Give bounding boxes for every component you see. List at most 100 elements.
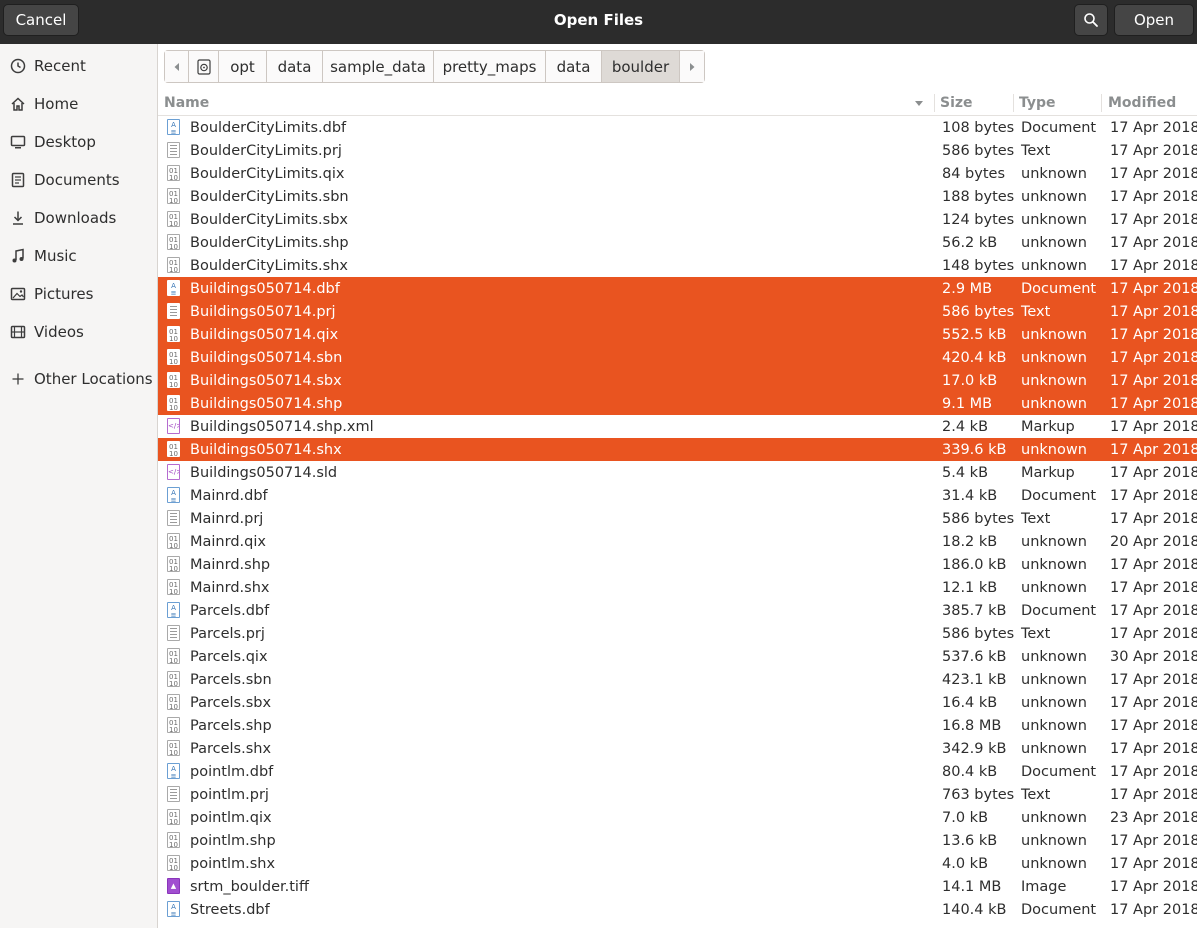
file-row[interactable]: Buildings050714.prj 586 bytes Text 17 Apr 2… (158, 300, 1197, 323)
file-row[interactable]: Mainrd.prj 586 bytes Text 17 Apr 2018 (158, 507, 1197, 530)
file-row[interactable]: 01 10 Parcels.sbx 16.4 kB unknown 17 Apr 2018 (158, 691, 1197, 714)
file-modified: 17 Apr 2018 (1110, 717, 1197, 734)
sidebar-item-videos[interactable]: Videos (0, 315, 157, 349)
file-row[interactable]: 01 10 Buildings050714.qix 552.5 kB unknown 17… (158, 323, 1197, 346)
column-header: Name Size Type Modified (158, 90, 1197, 116)
sidebar-item-home[interactable]: Home (0, 87, 157, 121)
file-row[interactable]: 01 10 Buildings050714.shp 9.1 MB unknown 17 A… (158, 392, 1197, 415)
path-back-button[interactable] (165, 51, 189, 82)
file-name: pointlm.shp (190, 832, 276, 849)
file-row[interactable]: 01 10 Buildings050714.sbn 420.4 kB unknown 17… (158, 346, 1197, 369)
file-row[interactable]: 01 10 BoulderCityLimits.qix 84 bytes unknown… (158, 162, 1197, 185)
text-file-icon (167, 786, 180, 802)
file-type: unknown (1021, 855, 1087, 872)
file-row[interactable]: 01 10 BoulderCityLimits.shp 56.2 kB unknown 1… (158, 231, 1197, 254)
file-name: Buildings050714.sbn (190, 349, 343, 366)
file-type: unknown (1021, 441, 1087, 458)
cancel-button[interactable]: Cancel (3, 4, 79, 36)
file-row[interactable]: BoulderCityLimits.prj 586 bytes Text 17 Apr… (158, 139, 1197, 162)
file-name: BoulderCityLimits.shx (190, 257, 348, 274)
binary-file-icon: 01 10 (167, 556, 180, 572)
file-row[interactable]: 01 10 Parcels.qix 537.6 kB unknown 30 Apr 201… (158, 645, 1197, 668)
column-type[interactable]: Type (1019, 90, 1099, 115)
file-type: unknown (1021, 326, 1087, 343)
file-size: 18.2 kB (942, 533, 998, 550)
file-row[interactable]: </> Buildings050714.sld 5.4 kB Markup 17 Apr… (158, 461, 1197, 484)
path-crumb-data[interactable]: data (267, 51, 323, 82)
path-crumb-data-2[interactable]: data (546, 51, 602, 82)
column-modified[interactable]: Modified (1108, 90, 1193, 115)
sidebar-item-desktop[interactable]: Desktop (0, 125, 157, 159)
file-row[interactable]: 01 10 Mainrd.qix 18.2 kB unknown 20 Apr 2018 (158, 530, 1197, 553)
file-size: 56.2 kB (942, 234, 998, 251)
binary-file-icon: 01 10 (167, 349, 180, 365)
file-list[interactable]: Name Size Type Modified A ≡ BoulderCityLim… (158, 90, 1197, 928)
file-row[interactable]: 01 10 Buildings050714.shx 339.6 kB unknown 17… (158, 438, 1197, 461)
binary-file-icon: 01 10 (167, 211, 180, 227)
file-row[interactable]: 01 10 pointlm.shp 13.6 kB unknown 17 Apr 2018 (158, 829, 1197, 852)
file-size: 16.8 MB (942, 717, 1002, 734)
file-row[interactable]: 01 10 BoulderCityLimits.sbn 188 bytes unknow… (158, 185, 1197, 208)
file-type: unknown (1021, 579, 1087, 596)
file-row[interactable]: 01 10 BoulderCityLimits.shx 148 bytes unknow… (158, 254, 1197, 277)
column-separator (1013, 94, 1014, 112)
videos-icon (10, 324, 26, 340)
file-row[interactable]: 01 10 Parcels.shx 342.9 kB unknown 17 Apr 201… (158, 737, 1197, 760)
file-row[interactable]: ▲ srtm_boulder.tiff 14.1 MB Image 17 Apr 201… (158, 875, 1197, 898)
file-row[interactable]: Parcels.prj 586 bytes Text 17 Apr 2018 (158, 622, 1197, 645)
file-size: 552.5 kB (942, 326, 1007, 343)
file-size: 4.0 kB (942, 855, 989, 872)
file-row[interactable]: pointlm.prj 763 bytes Text 17 Apr 2018 (158, 783, 1197, 806)
file-size: 339.6 kB (942, 441, 1007, 458)
file-row[interactable]: 01 10 Mainrd.shp 186.0 kB unknown 17 Apr 2018 (158, 553, 1197, 576)
file-type: unknown (1021, 694, 1087, 711)
path-forward-button[interactable] (680, 51, 704, 82)
sidebar-item-label: Pictures (34, 285, 94, 303)
file-row[interactable]: A ≡ Streets.dbf 140.4 kB Document 17 Apr 2018 (158, 898, 1197, 921)
file-modified: 17 Apr 2018 (1110, 786, 1197, 803)
file-modified: 17 Apr 2018 (1110, 740, 1197, 757)
sidebar-item-other-locations[interactable]: Other Locations (0, 362, 157, 396)
file-modified: 17 Apr 2018 (1110, 671, 1197, 688)
column-size[interactable]: Size (940, 90, 1010, 115)
file-type: Markup (1021, 418, 1075, 435)
binary-file-icon: 01 10 (167, 533, 180, 549)
open-button[interactable]: Open (1114, 4, 1194, 36)
file-name: Parcels.prj (190, 625, 265, 642)
binary-file-icon: 01 10 (167, 740, 180, 756)
path-crumb-boulder[interactable]: boulder (602, 51, 680, 82)
file-type: Markup (1021, 464, 1075, 481)
text-file-icon (167, 303, 180, 319)
file-row[interactable]: 01 10 Mainrd.shx 12.1 kB unknown 17 Apr 2018 (158, 576, 1197, 599)
file-row[interactable]: A ≡ BoulderCityLimits.dbf 108 bytes Document… (158, 116, 1197, 139)
path-root-button[interactable] (189, 51, 219, 82)
file-size: 2.9 MB (942, 280, 993, 297)
file-type: Text (1021, 142, 1051, 159)
file-row[interactable]: 01 10 pointlm.qix 7.0 kB unknown 23 Apr 2018 (158, 806, 1197, 829)
file-row[interactable]: 01 10 BoulderCityLimits.sbx 124 bytes unknow… (158, 208, 1197, 231)
file-row[interactable]: 01 10 Parcels.sbn 423.1 kB unknown 17 Apr 201… (158, 668, 1197, 691)
file-row[interactable]: A ≡ Parcels.dbf 385.7 kB Document 17 Apr 2018 (158, 599, 1197, 622)
sidebar-item-pictures[interactable]: Pictures (0, 277, 157, 311)
sidebar-item-recent[interactable]: Recent (0, 49, 157, 83)
sidebar-item-downloads[interactable]: Downloads (0, 201, 157, 235)
file-modified: 17 Apr 2018 (1110, 510, 1197, 527)
path-crumb-pretty-maps[interactable]: pretty_maps (434, 51, 546, 82)
sidebar-item-documents[interactable]: Documents (0, 163, 157, 197)
file-modified: 17 Apr 2018 (1110, 234, 1197, 251)
file-row[interactable]: 01 10 pointlm.shx 4.0 kB unknown 17 Apr 2018 (158, 852, 1197, 875)
file-row[interactable]: A ≡ Mainrd.dbf 31.4 kB Document 17 Apr 2018 (158, 484, 1197, 507)
file-row[interactable]: 01 10 Parcels.shp 16.8 MB unknown 17 Apr 2018 (158, 714, 1197, 737)
path-crumb-opt[interactable]: opt (219, 51, 267, 82)
file-row[interactable]: </> Buildings050714.shp.xml 2.4 kB Markup 17… (158, 415, 1197, 438)
file-row[interactable]: A ≡ Buildings050714.dbf 2.9 MB Document 17 Ap… (158, 277, 1197, 300)
file-row[interactable]: A ≡ pointlm.dbf 80.4 kB Document 17 Apr 2018 (158, 760, 1197, 783)
path-crumb-sample-data[interactable]: sample_data (323, 51, 434, 82)
file-type: unknown (1021, 188, 1087, 205)
file-row[interactable]: 01 10 Buildings050714.sbx 17.0 kB unknown 17 … (158, 369, 1197, 392)
sidebar-item-music[interactable]: Music (0, 239, 157, 273)
search-button[interactable] (1074, 4, 1108, 36)
file-type: Text (1021, 625, 1051, 642)
column-name[interactable]: Name (164, 90, 924, 115)
file-modified: 17 Apr 2018 (1110, 855, 1197, 872)
